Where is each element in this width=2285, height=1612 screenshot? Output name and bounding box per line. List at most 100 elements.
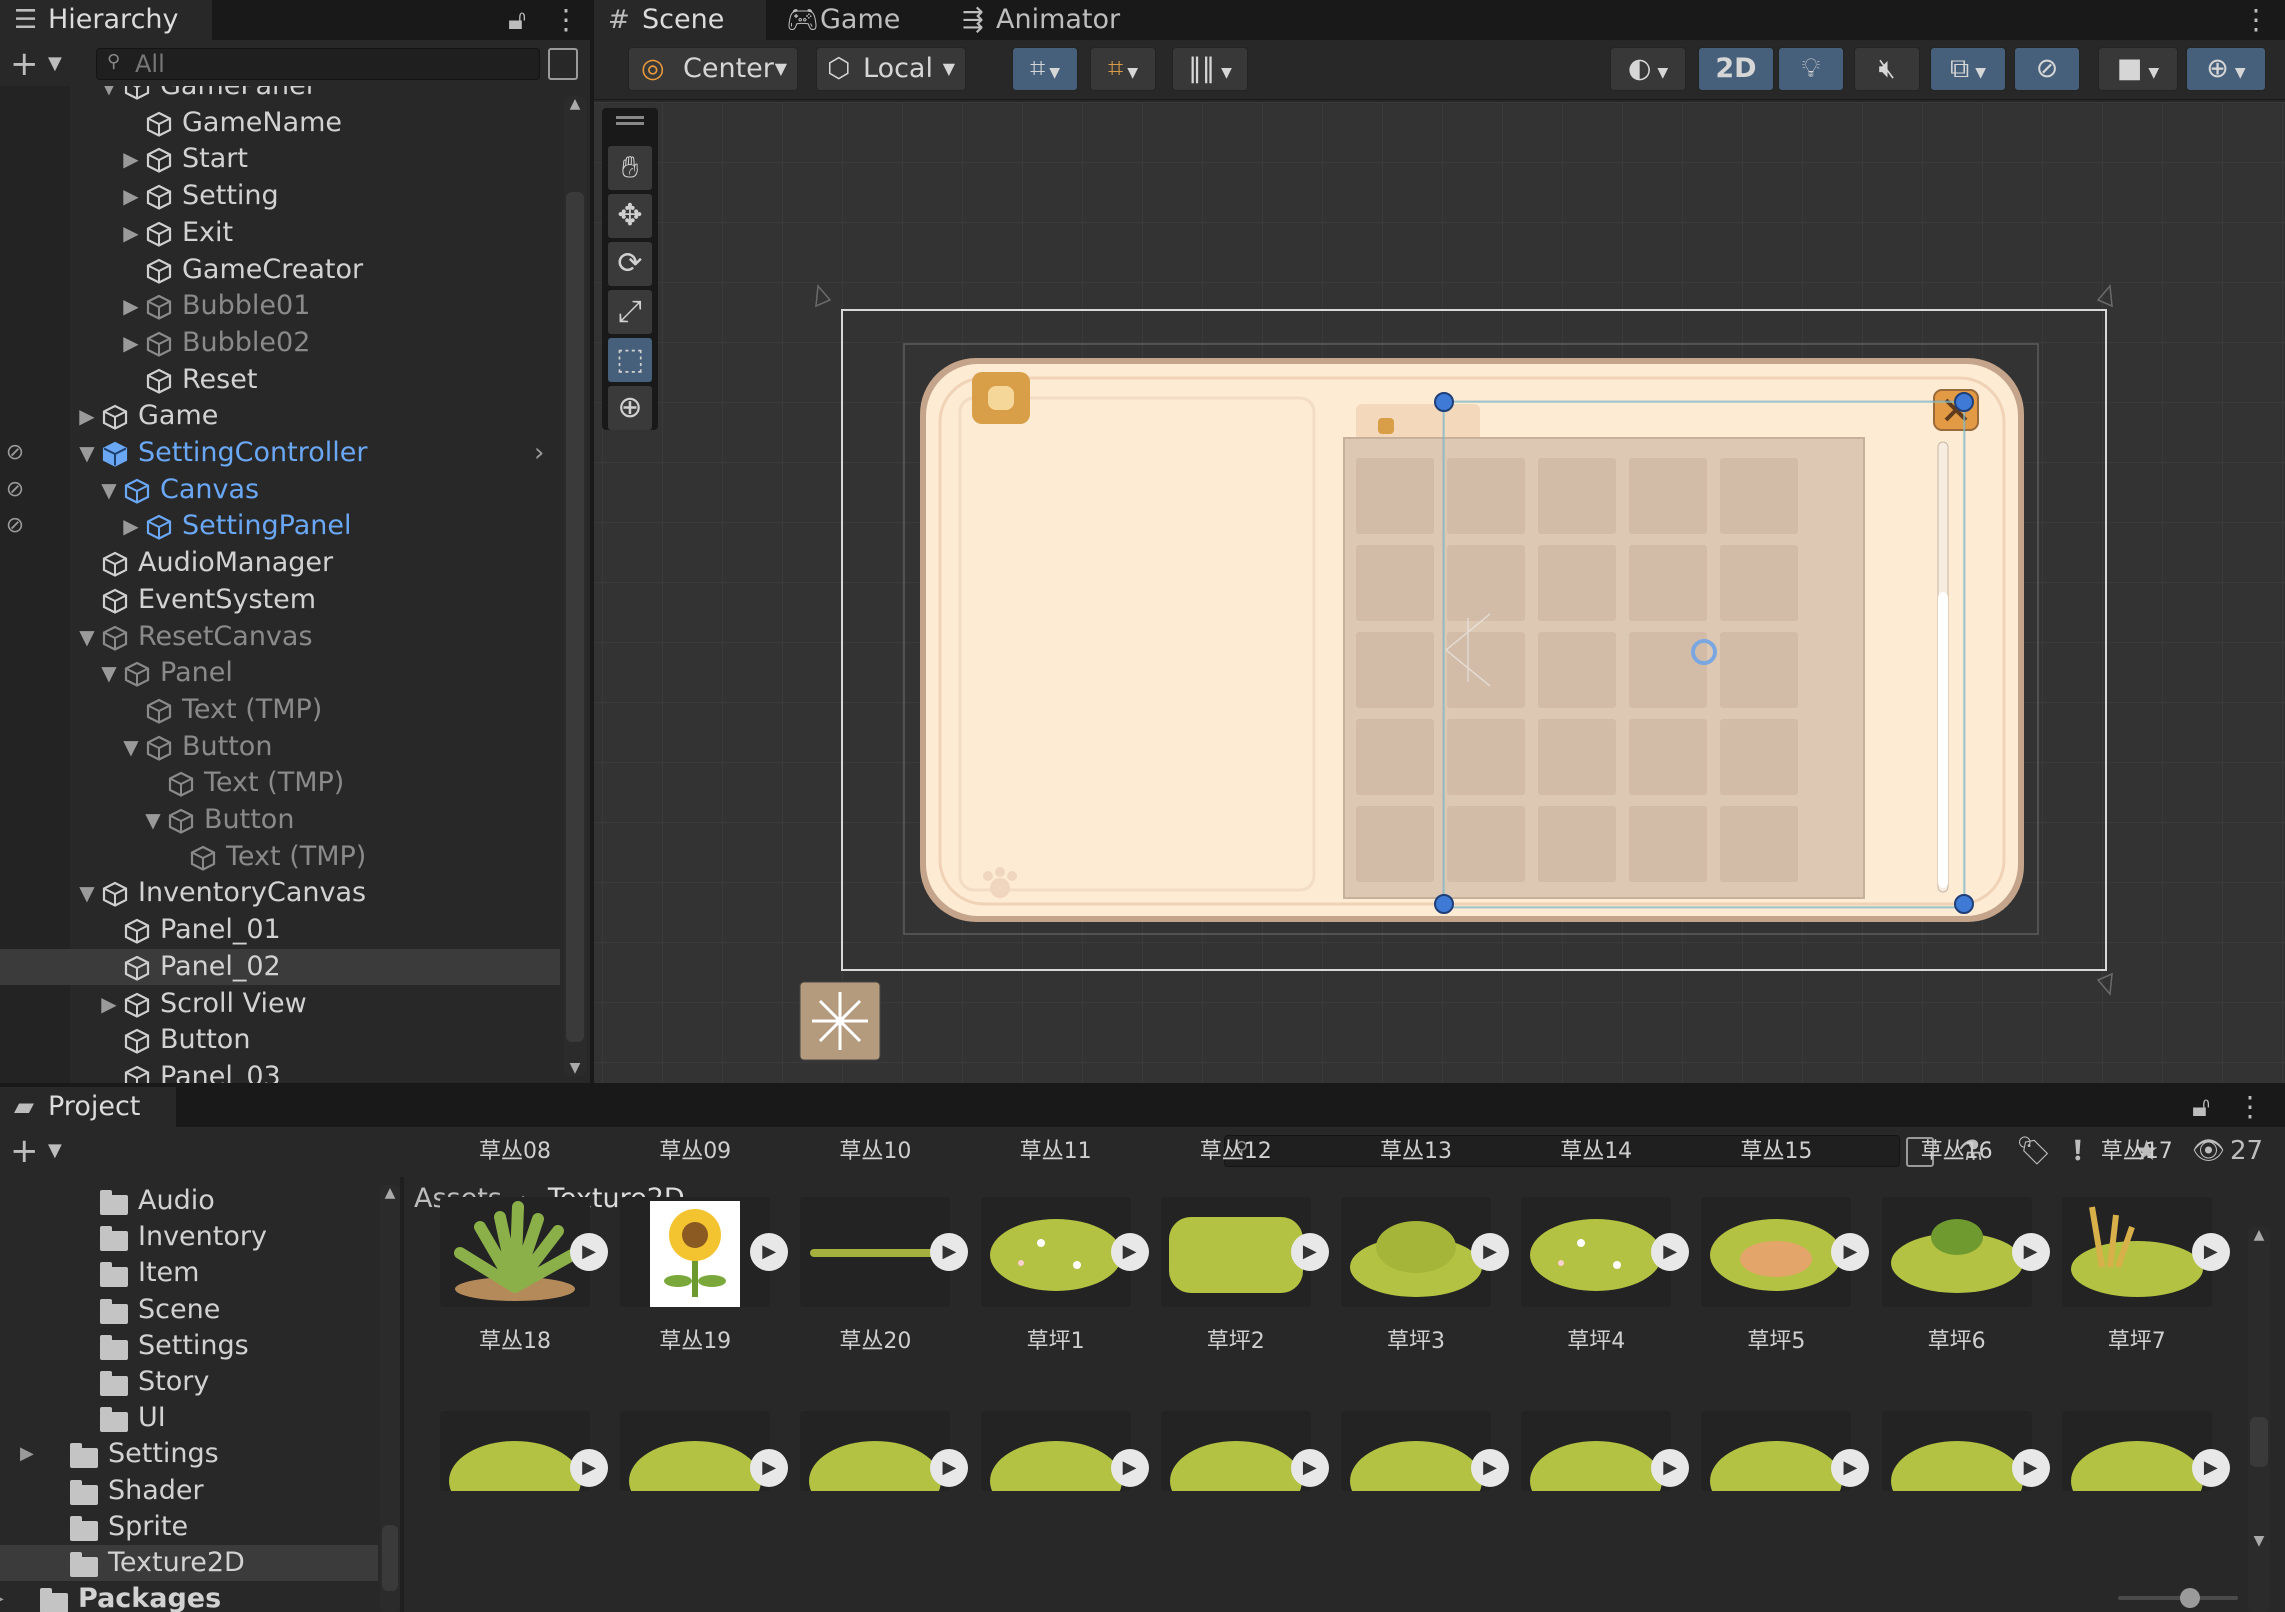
increment-snap-button[interactable]: ⌗ ▼ <box>1090 47 1156 91</box>
expand-sprite-play-icon[interactable]: ▶ <box>1290 1449 1329 1487</box>
asset-label[interactable]: 草坪2 <box>1161 1323 1311 1355</box>
expand-arrow-down-icon[interactable]: ▼ <box>76 875 98 911</box>
asset-thumbnail[interactable] <box>800 1411 951 1491</box>
expand-sprite-play-icon[interactable]: ▶ <box>2011 1233 2050 1271</box>
asset-thumbnail[interactable] <box>1521 1197 1672 1307</box>
lock-icon[interactable]: 🔓︎ <box>2192 1087 2210 1127</box>
asset-label[interactable]: 草坪4 <box>1521 1323 1671 1355</box>
slider-knob[interactable] <box>2180 1588 2200 1608</box>
asset-label[interactable]: 草坪6 <box>1882 1323 2032 1355</box>
asset-thumbnail[interactable] <box>440 1411 590 1491</box>
hierarchy-row[interactable]: GameCreator <box>0 252 560 288</box>
folder-row[interactable]: Item <box>0 1255 378 1291</box>
asset-thumbnail[interactable] <box>1521 1411 1672 1491</box>
expand-sprite-play-icon[interactable]: ▶ <box>570 1449 608 1487</box>
hidden-objects-toggle[interactable]: ⊘ <box>2014 47 2080 91</box>
expand-arrow-right-icon[interactable]: ▶ <box>120 325 142 361</box>
folder-scrollbar-track[interactable]: ▲ <box>380 1185 400 1612</box>
kebab-menu-icon[interactable]: ⋮ <box>2236 1087 2264 1127</box>
expand-arrow-right-icon[interactable]: ▶ <box>98 986 120 1022</box>
folder-row[interactable]: ▶ Packages <box>0 1581 378 1612</box>
expand-arrow-down-icon[interactable]: ▼ <box>120 729 142 765</box>
camera-button[interactable]: ■ ▼ <box>2098 47 2178 91</box>
expand-sprite-play-icon[interactable]: ▶ <box>1290 1233 1329 1271</box>
asset-thumbnail[interactable] <box>800 1197 951 1307</box>
hierarchy-search-input[interactable]: ⚲ All <box>96 48 540 80</box>
hierarchy-row[interactable]: Text (TMP) <box>0 765 560 801</box>
scroll-up-icon[interactable]: ▲ <box>380 1185 400 1201</box>
folder-row[interactable]: Settings <box>0 1328 378 1364</box>
scroll-up-icon[interactable]: ▲ <box>564 96 586 112</box>
hierarchy-row[interactable]: Panel_02 <box>0 948 560 985</box>
asset-thumbnail[interactable] <box>440 1197 590 1307</box>
hierarchy-row[interactable]: ▶ Start <box>0 141 560 177</box>
lock-icon[interactable]: 🔓︎ <box>508 0 526 40</box>
hierarchy-row[interactable]: Button <box>0 1022 560 1058</box>
expand-sprite-play-icon[interactable]: ▶ <box>1471 1449 1509 1487</box>
tab-animator[interactable]: ⇶ Animator <box>948 0 1158 40</box>
folder-row[interactable]: UI <box>0 1400 378 1436</box>
expand-arrow-right-icon[interactable]: ▶ <box>20 1436 34 1472</box>
expand-sprite-play-icon[interactable]: ▶ <box>2191 1449 2230 1487</box>
hierarchy-row[interactable]: ▶ Bubble01 <box>0 288 560 324</box>
hierarchy-row[interactable]: ▼ ResetCanvas <box>0 619 560 655</box>
gizmos-button[interactable]: ⊕ ▼ <box>2186 47 2266 91</box>
space-local-button[interactable]: ⬡ Local ▼ <box>816 47 966 91</box>
pivot-center-button[interactable]: ◎ Center ▼ <box>628 47 798 91</box>
hierarchy-row[interactable]: ▼ InventoryCanvas <box>0 875 560 911</box>
hierarchy-row[interactable]: ▶ Exit <box>0 215 560 251</box>
expand-sprite-play-icon[interactable]: ▶ <box>930 1233 969 1271</box>
expand-arrow-down-icon[interactable]: ▼ <box>76 619 98 655</box>
expand-sprite-play-icon[interactable]: ▶ <box>1110 1233 1149 1271</box>
hierarchy-row[interactable]: ▼ Panel <box>0 655 560 691</box>
folder-row[interactable]: Texture2D <box>0 1545 378 1581</box>
asset-scrollbar-thumb[interactable] <box>2250 1417 2268 1467</box>
asset-label[interactable]: 草丛18 <box>440 1323 590 1355</box>
asset-thumbnail[interactable] <box>1160 1411 1311 1491</box>
hierarchy-row[interactable]: ▶ Setting <box>0 178 560 214</box>
asset-label[interactable]: 草坪7 <box>2062 1323 2212 1355</box>
folder-row[interactable]: ▶ Settings <box>0 1436 378 1472</box>
asset-thumbnail[interactable] <box>980 1197 1131 1307</box>
asset-scrollbar-track[interactable]: ▲ ▼ <box>2248 1227 2270 1612</box>
expand-sprite-play-icon[interactable]: ▶ <box>2011 1449 2050 1487</box>
effects-toggle[interactable]: ⧉ ▼ <box>1930 47 2006 91</box>
tab-hierarchy[interactable]: ☰ Hierarchy <box>0 0 212 40</box>
expand-arrow-down-icon[interactable]: ▼ <box>98 655 120 691</box>
thumbnail-size-slider[interactable] <box>2118 1588 2238 1608</box>
folder-scrollbar-thumb[interactable] <box>382 1525 398 1591</box>
open-prefab-chevron-icon[interactable]: › <box>534 435 544 471</box>
expand-sprite-play-icon[interactable]: ▶ <box>1471 1233 1509 1271</box>
folder-row[interactable]: Audio <box>0 1183 378 1219</box>
hierarchy-row[interactable]: Reset <box>0 362 560 398</box>
asset-label[interactable]: 草丛12 <box>1161 1133 1311 1165</box>
kebab-menu-icon[interactable]: ⋮ <box>2242 0 2270 40</box>
asset-thumbnail[interactable] <box>1881 1411 2032 1491</box>
search-in-scene-icon[interactable] <box>548 48 578 80</box>
hierarchy-scrollbar-track[interactable]: ▲ ▼ <box>564 96 586 1076</box>
expand-arrow-right-icon[interactable]: ▶ <box>120 288 142 324</box>
scroll-down-icon[interactable]: ▼ <box>564 1060 586 1076</box>
hierarchy-row[interactable]: ▼ Button <box>0 802 560 838</box>
expand-arrow-right-icon[interactable]: ▶ <box>120 215 142 251</box>
expand-arrow-right-icon[interactable]: ▶ <box>76 398 98 434</box>
hierarchy-row[interactable]: ⊘ ▼ Canvas <box>0 472 560 508</box>
asset-thumbnail[interactable] <box>1160 1197 1311 1307</box>
asset-label[interactable]: 草丛11 <box>981 1133 1131 1165</box>
asset-label[interactable]: 草丛09 <box>620 1133 770 1165</box>
hidden-eye-icon[interactable]: ⊘ <box>0 508 30 544</box>
hierarchy-row[interactable]: Panel_01 <box>0 912 560 948</box>
expand-sprite-play-icon[interactable]: ▶ <box>750 1233 789 1271</box>
expand-sprite-play-icon[interactable]: ▶ <box>930 1449 969 1487</box>
asset-label[interactable]: 草丛16 <box>1882 1133 2032 1165</box>
hierarchy-row[interactable]: Text (TMP) <box>0 692 560 728</box>
expand-sprite-play-icon[interactable]: ▶ <box>1651 1233 1690 1271</box>
hierarchy-row[interactable]: AudioManager <box>0 545 560 581</box>
2d-mode-button[interactable]: 2D <box>1698 47 1774 91</box>
asset-thumbnail[interactable] <box>620 1197 771 1307</box>
add-dropdown-chevron-icon[interactable]: ▼ <box>48 44 62 84</box>
asset-thumbnail[interactable] <box>2061 1197 2212 1307</box>
expand-arrow-down-icon[interactable]: ▼ <box>76 435 98 471</box>
hierarchy-row[interactable]: ▼ Button <box>0 729 560 765</box>
drag-handle-icon[interactable] <box>616 116 644 119</box>
